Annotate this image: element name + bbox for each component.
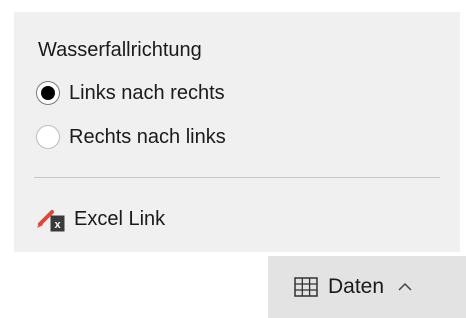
data-tab-button[interactable]: Daten [268, 256, 466, 318]
radio-label-right-to-left: Rechts nach links [69, 126, 226, 148]
radio-label-left-to-right: Links nach rechts [69, 82, 225, 104]
waterfall-options-panel: Wasserfallrichtung Links nach rechts Rec… [14, 12, 460, 252]
svg-text:x: x [54, 219, 61, 231]
data-tab-label: Daten [328, 275, 385, 298]
table-grid-icon [294, 277, 318, 297]
waterfall-direction-heading: Wasserfallrichtung [38, 39, 202, 61]
divider [34, 177, 440, 178]
chevron-up-icon [398, 282, 412, 291]
radio-left-to-right[interactable]: Links nach rechts [36, 78, 225, 108]
radio-button-checked[interactable] [36, 81, 60, 105]
radio-button-unchecked[interactable] [36, 125, 60, 149]
excel-link-icon: x [37, 210, 65, 232]
radio-right-to-left[interactable]: Rechts nach links [36, 122, 226, 152]
excel-link-label: Excel Link [74, 208, 166, 230]
excel-link-button[interactable]: x Excel Link [36, 202, 165, 236]
